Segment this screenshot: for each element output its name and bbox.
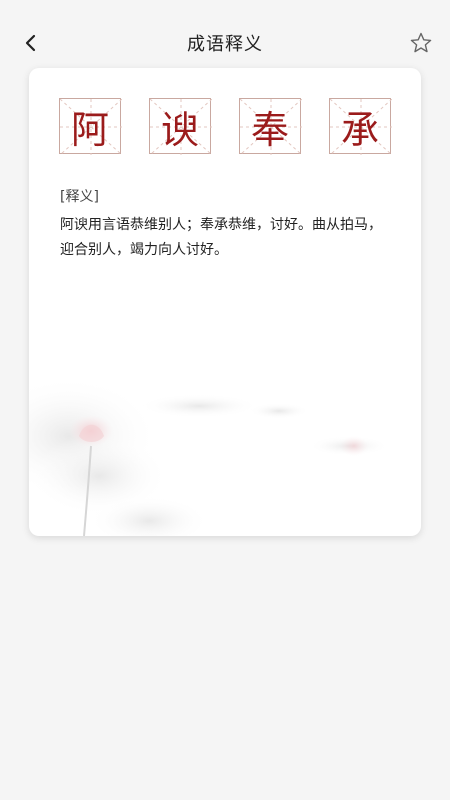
character-glyph: 承 bbox=[340, 107, 379, 152]
idiom-card: 阿 谀 奉 承 [释义] 阿谀用言语恭维别人；奉承恭维，讨好。曲从拍马，迎合别人… bbox=[29, 68, 421, 536]
character-cell: 阿 bbox=[59, 98, 122, 155]
idiom-characters: 阿 谀 奉 承 bbox=[59, 98, 392, 156]
lotus-background-illustration bbox=[29, 376, 389, 536]
character-cell: 承 bbox=[329, 98, 392, 155]
character-cell: 奉 bbox=[239, 98, 302, 155]
page-title: 成语释义 bbox=[187, 34, 263, 55]
definition-text: 阿谀用言语恭维别人；奉承恭维，讨好。曲从拍马，迎合别人，竭力向人讨好。 bbox=[60, 217, 382, 258]
character-glyph: 谀 bbox=[160, 107, 199, 152]
star-outline-icon bbox=[410, 32, 432, 53]
definition-label: [释义] bbox=[60, 189, 99, 205]
character-glyph: 阿 bbox=[70, 107, 109, 152]
character-glyph: 奉 bbox=[250, 107, 289, 152]
favorite-button[interactable] bbox=[406, 28, 436, 58]
character-cell: 谀 bbox=[149, 98, 212, 155]
